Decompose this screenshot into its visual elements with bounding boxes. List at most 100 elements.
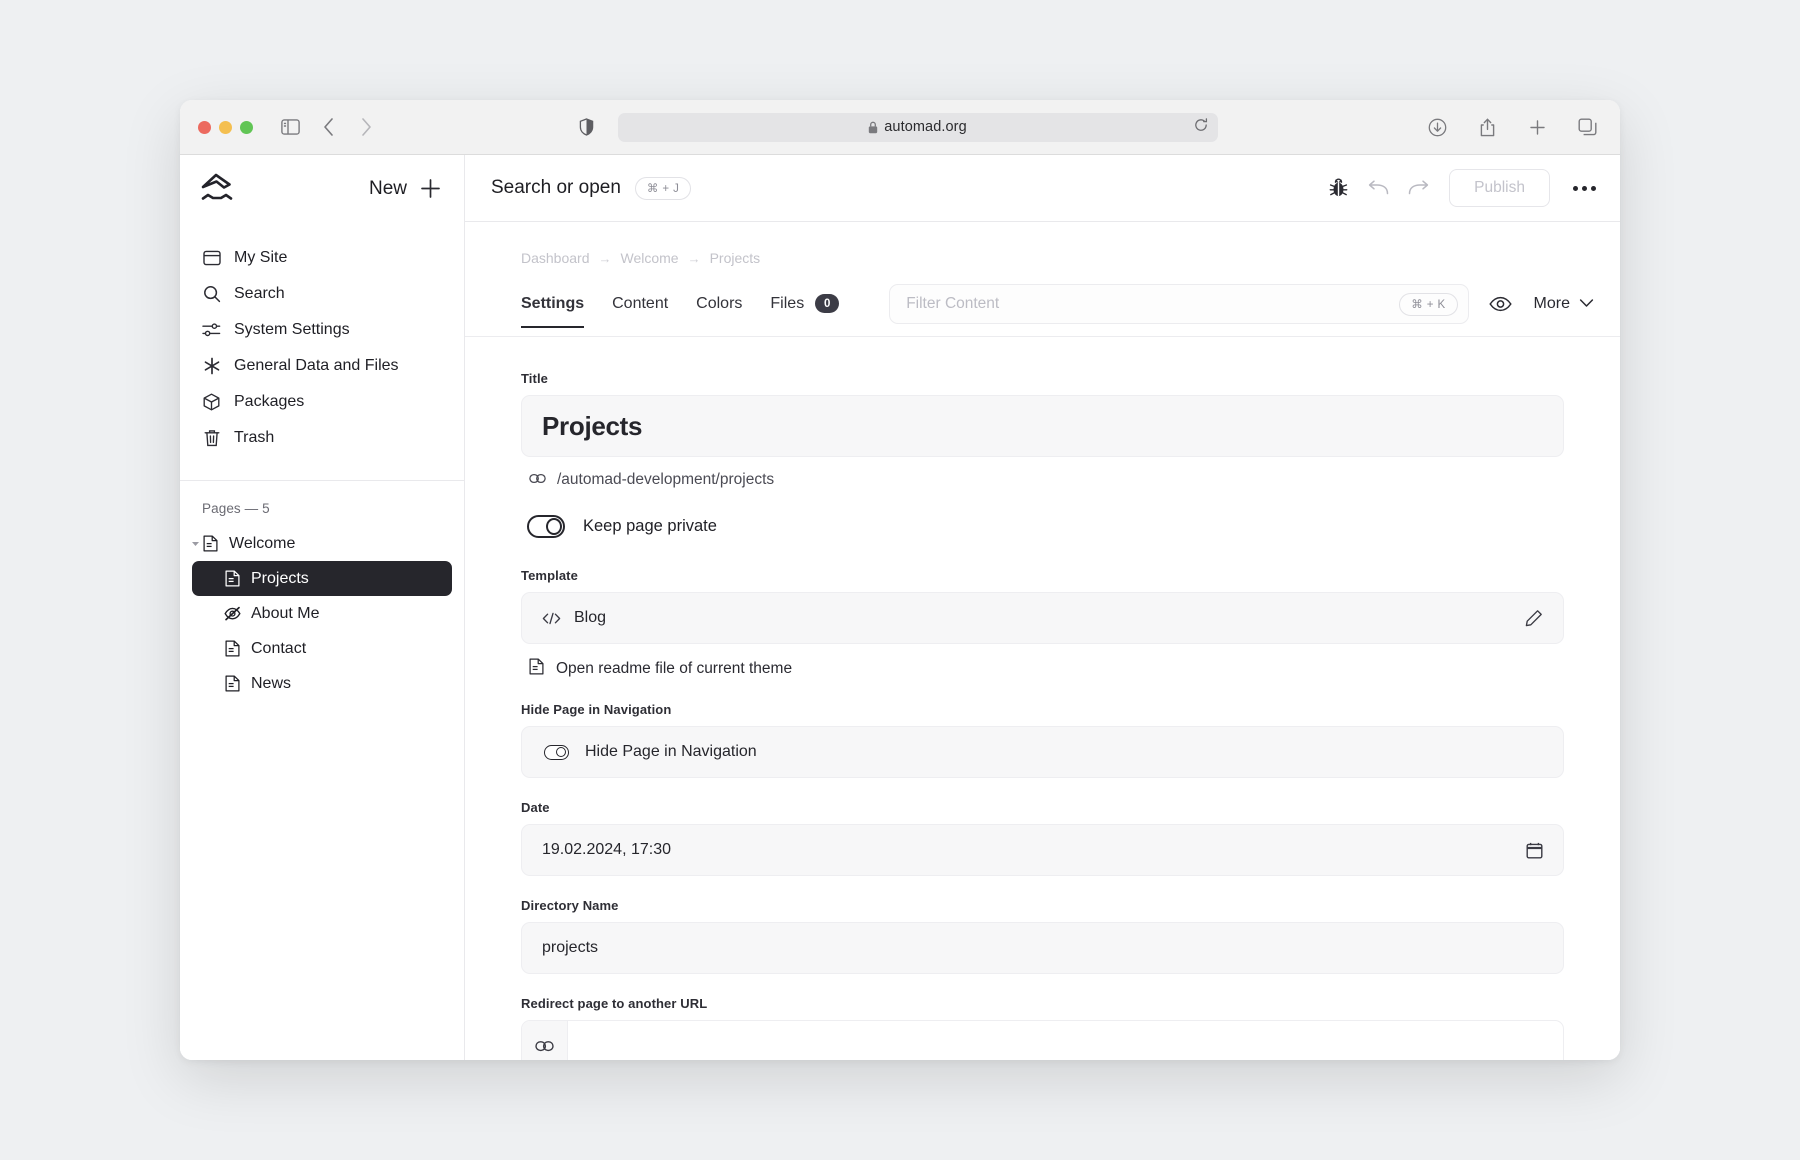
sidebar-item-trash[interactable]: Trash [180,420,464,456]
new-button[interactable]: New [369,177,442,200]
minimize-window-button[interactable] [219,120,232,134]
search-or-open-button[interactable]: Search or open ⌘ + J [491,176,692,200]
field-directory-name: Directory Name projects [521,898,1564,974]
reload-icon[interactable] [1194,117,1208,137]
main-panel: Search or open ⌘ + J Publish Dashboard →… [465,155,1620,1060]
template-select[interactable]: Blog [521,592,1564,644]
directory-name-input[interactable]: projects [521,922,1564,974]
package-icon [202,393,221,412]
more-label: More [1533,295,1570,312]
automad-logo[interactable] [200,172,236,206]
pages-section-header: Pages — 5 [202,501,270,516]
new-button-label: New [368,177,407,199]
eye-icon[interactable] [1488,296,1512,312]
back-chevron-icon[interactable] [313,112,343,142]
tab-colors[interactable]: Colors [696,295,742,328]
filter-placeholder: Filter Content [906,295,1000,312]
title-input[interactable]: Projects [521,395,1564,457]
search-or-open-label: Search or open [491,177,621,198]
field-date: Date 19.02.2024, 17:30 [521,800,1564,876]
file-text-icon [202,535,219,552]
sidebar-item-system-settings[interactable]: System Settings [180,312,464,348]
plus-icon[interactable] [1522,112,1552,142]
sidebar-nav: My Site Search System Settings General D… [180,222,464,466]
eye-off-icon [224,605,241,622]
app-sidebar: New My Site Search System Settings Gener… [180,155,465,1060]
share-icon[interactable] [1472,112,1502,142]
field-template: Template Blog Open readme file of curren… [521,568,1564,680]
sliders-icon [202,321,221,340]
file-text-icon [529,658,544,680]
main-header-actions: Publish [1329,169,1596,207]
field-label: Hide Page in Navigation [521,702,672,717]
breadcrumb-item-projects[interactable]: Projects [710,250,761,266]
content-scroll-area: Dashboard → Welcome → Projects Settings … [465,222,1620,1060]
main-header: Search or open ⌘ + J Publish [465,155,1620,222]
sidebar-item-general-data-and-files[interactable]: General Data and Files [180,348,464,384]
link-icon [529,471,546,489]
code-icon [542,612,561,625]
sidebar-item-my-site[interactable]: My Site [180,240,464,276]
bug-icon[interactable] [1329,178,1348,198]
forward-chevron-icon[interactable] [351,112,381,142]
maximize-window-button[interactable] [240,120,253,134]
publish-button[interactable]: Publish [1449,169,1550,207]
chevron-down-icon[interactable] [190,538,201,549]
tab-content[interactable]: Content [612,295,668,328]
title-value: Projects [542,410,643,441]
tab-files[interactable]: Files 0 [770,294,840,328]
tree-item-projects[interactable]: Projects [192,561,452,596]
hide-in-navigation-toggle[interactable]: Hide Page in Navigation [521,726,1564,778]
sidebar-item-packages[interactable]: Packages [180,384,464,420]
tree-item-label: Contact [251,639,307,657]
window-controls[interactable] [198,120,253,134]
file-text-icon [224,570,241,587]
toggle-icon [544,744,569,760]
tree-item-contact[interactable]: Contact [192,631,452,666]
page-slug[interactable]: /automad-development/projects [529,471,1564,489]
field-label: Redirect page to another URL [521,996,708,1011]
tab-label: Files [770,294,805,312]
sidebar-item-label: Search [234,285,285,302]
calendar-icon[interactable] [1526,842,1543,859]
files-count-badge: 0 [815,294,840,313]
close-window-button[interactable] [198,120,211,134]
tree-item-about-me[interactable]: About Me [192,596,452,631]
redirect-url-input[interactable] [521,1020,1564,1060]
more-dots-icon[interactable] [1569,185,1596,191]
field-redirect-url: Redirect page to another URL [521,996,1564,1060]
automad-app: New My Site Search System Settings Gener… [180,155,1620,1060]
undo-icon[interactable] [1367,180,1389,196]
hide-in-navigation-label: Hide Page in Navigation [585,743,757,760]
breadcrumb-item-welcome[interactable]: Welcome [621,250,679,266]
privacy-shield-icon[interactable] [572,112,602,142]
filter-content-input[interactable]: Filter Content ⌘ + K [889,284,1469,324]
browser-toolbar: automad.org [180,100,1620,155]
keep-page-private-toggle[interactable]: Keep page private [527,515,1564,538]
address-bar[interactable]: automad.org [617,112,1218,142]
plus-icon [419,177,442,200]
tab-overview-icon[interactable] [1572,112,1602,142]
sidebar-item-search[interactable]: Search [180,276,464,312]
sidebar-item-label: System Settings [234,321,350,338]
sidebar-item-label: My Site [234,249,288,266]
date-input[interactable]: 19.02.2024, 17:30 [521,824,1564,876]
pages-tree: Welcome Projects About Me Contact News [180,526,464,701]
pencil-icon[interactable] [1525,609,1543,627]
toggle-icon [527,515,565,538]
tree-item-welcome[interactable]: Welcome [192,526,452,561]
sidebar-toggle-icon[interactable] [275,112,305,142]
lock-icon [869,121,878,133]
tab-label: Content [612,294,669,312]
breadcrumb-item-dashboard[interactable]: Dashboard [521,250,590,266]
more-dropdown-button[interactable]: More [1534,295,1594,313]
field-label: Title [521,371,548,386]
tab-bar: Settings Content Colors Files 0 Filter C… [465,266,1620,337]
open-readme-link[interactable]: Open readme file of current theme [529,658,1564,680]
link-icon [522,1021,568,1060]
redo-icon[interactable] [1408,180,1430,196]
download-icon[interactable] [1422,112,1452,142]
tree-item-label: Welcome [229,534,296,552]
tab-settings[interactable]: Settings [521,295,585,328]
tree-item-news[interactable]: News [192,666,452,701]
